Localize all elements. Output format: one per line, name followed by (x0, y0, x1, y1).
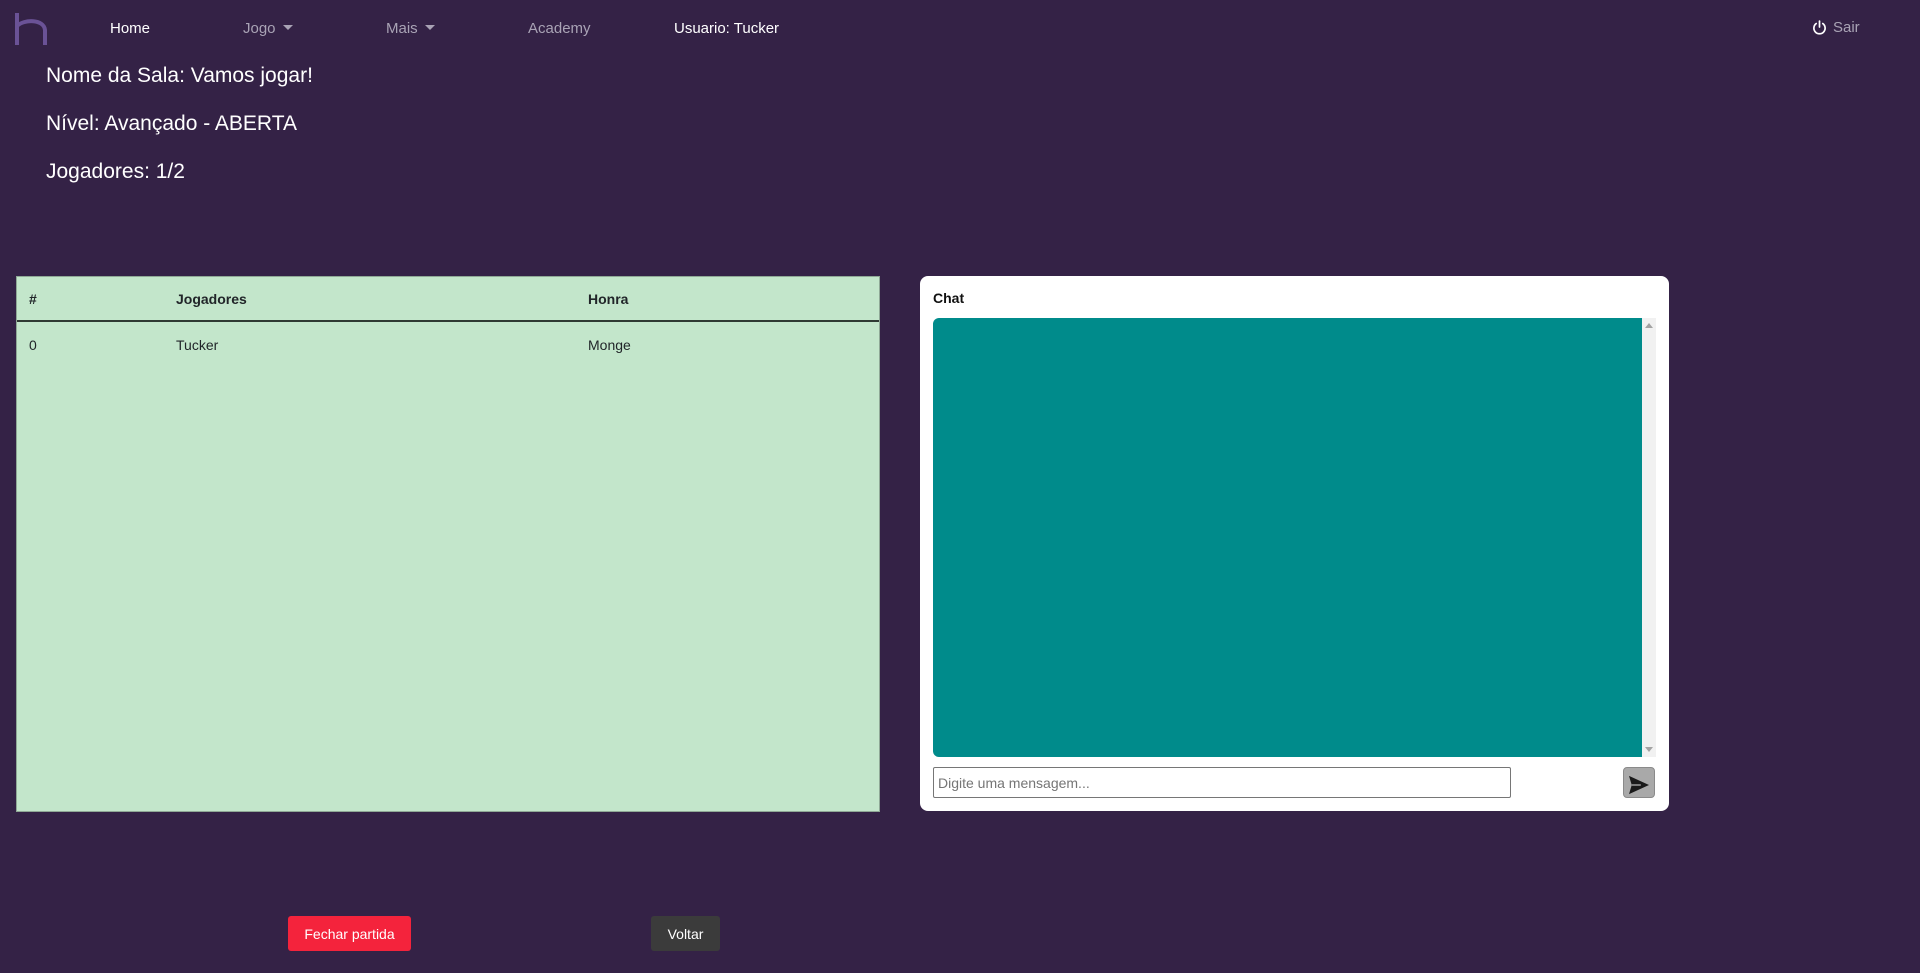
nav-mais-label: Mais (386, 20, 418, 37)
close-match-button[interactable]: Fechar partida (288, 916, 411, 951)
chat-message-input[interactable] (933, 767, 1511, 798)
players-panel: # Jogadores Honra 0 Tucker Monge (16, 276, 880, 812)
chat-card: Chat (920, 276, 1669, 811)
back-button[interactable]: Voltar (651, 916, 720, 951)
chat-messages-area[interactable] (933, 318, 1642, 757)
logout-label: Sair (1833, 19, 1860, 36)
chat-scrollbar[interactable] (1642, 318, 1656, 757)
chevron-down-icon (282, 25, 293, 30)
send-message-button[interactable] (1623, 767, 1655, 798)
player-honor: Monge (588, 336, 631, 353)
table-row: 0 Tucker Monge (17, 321, 879, 367)
players-table: # Jogadores Honra 0 Tucker Monge (17, 277, 879, 367)
column-header-players: Jogadores (164, 277, 576, 322)
power-icon (1813, 20, 1826, 35)
nav-academy[interactable]: Academy (528, 20, 591, 37)
navbar: Home Jogo Mais Academy Usuario: Tucker S… (0, 0, 1920, 58)
table-header-row: # Jogadores Honra (17, 277, 879, 322)
player-name: Tucker (176, 336, 219, 353)
scroll-up-icon[interactable] (1645, 323, 1653, 328)
h-logo-icon[interactable] (14, 12, 48, 46)
chat-title: Chat (933, 290, 965, 306)
room-players-count: Jogadores: 1/2 (46, 160, 185, 183)
nav-home[interactable]: Home (110, 20, 150, 37)
logout-link[interactable]: Sair (1812, 19, 1860, 36)
send-icon (1629, 775, 1649, 795)
player-number: 0 (29, 336, 37, 353)
scroll-down-icon[interactable] (1645, 747, 1653, 752)
nav-jogo-dropdown[interactable]: Jogo (243, 20, 293, 37)
column-header-honor: Honra (576, 277, 879, 322)
nav-jogo-label: Jogo (243, 20, 276, 37)
room-level: Nível: Avançado - ABERTA (46, 112, 297, 135)
nav-usuario[interactable]: Usuario: Tucker (674, 20, 779, 37)
chevron-down-icon (424, 25, 435, 30)
nav-mais-dropdown[interactable]: Mais (386, 20, 435, 37)
room-name: Nome da Sala: Vamos jogar! (46, 64, 313, 87)
column-header-number: # (17, 277, 164, 322)
